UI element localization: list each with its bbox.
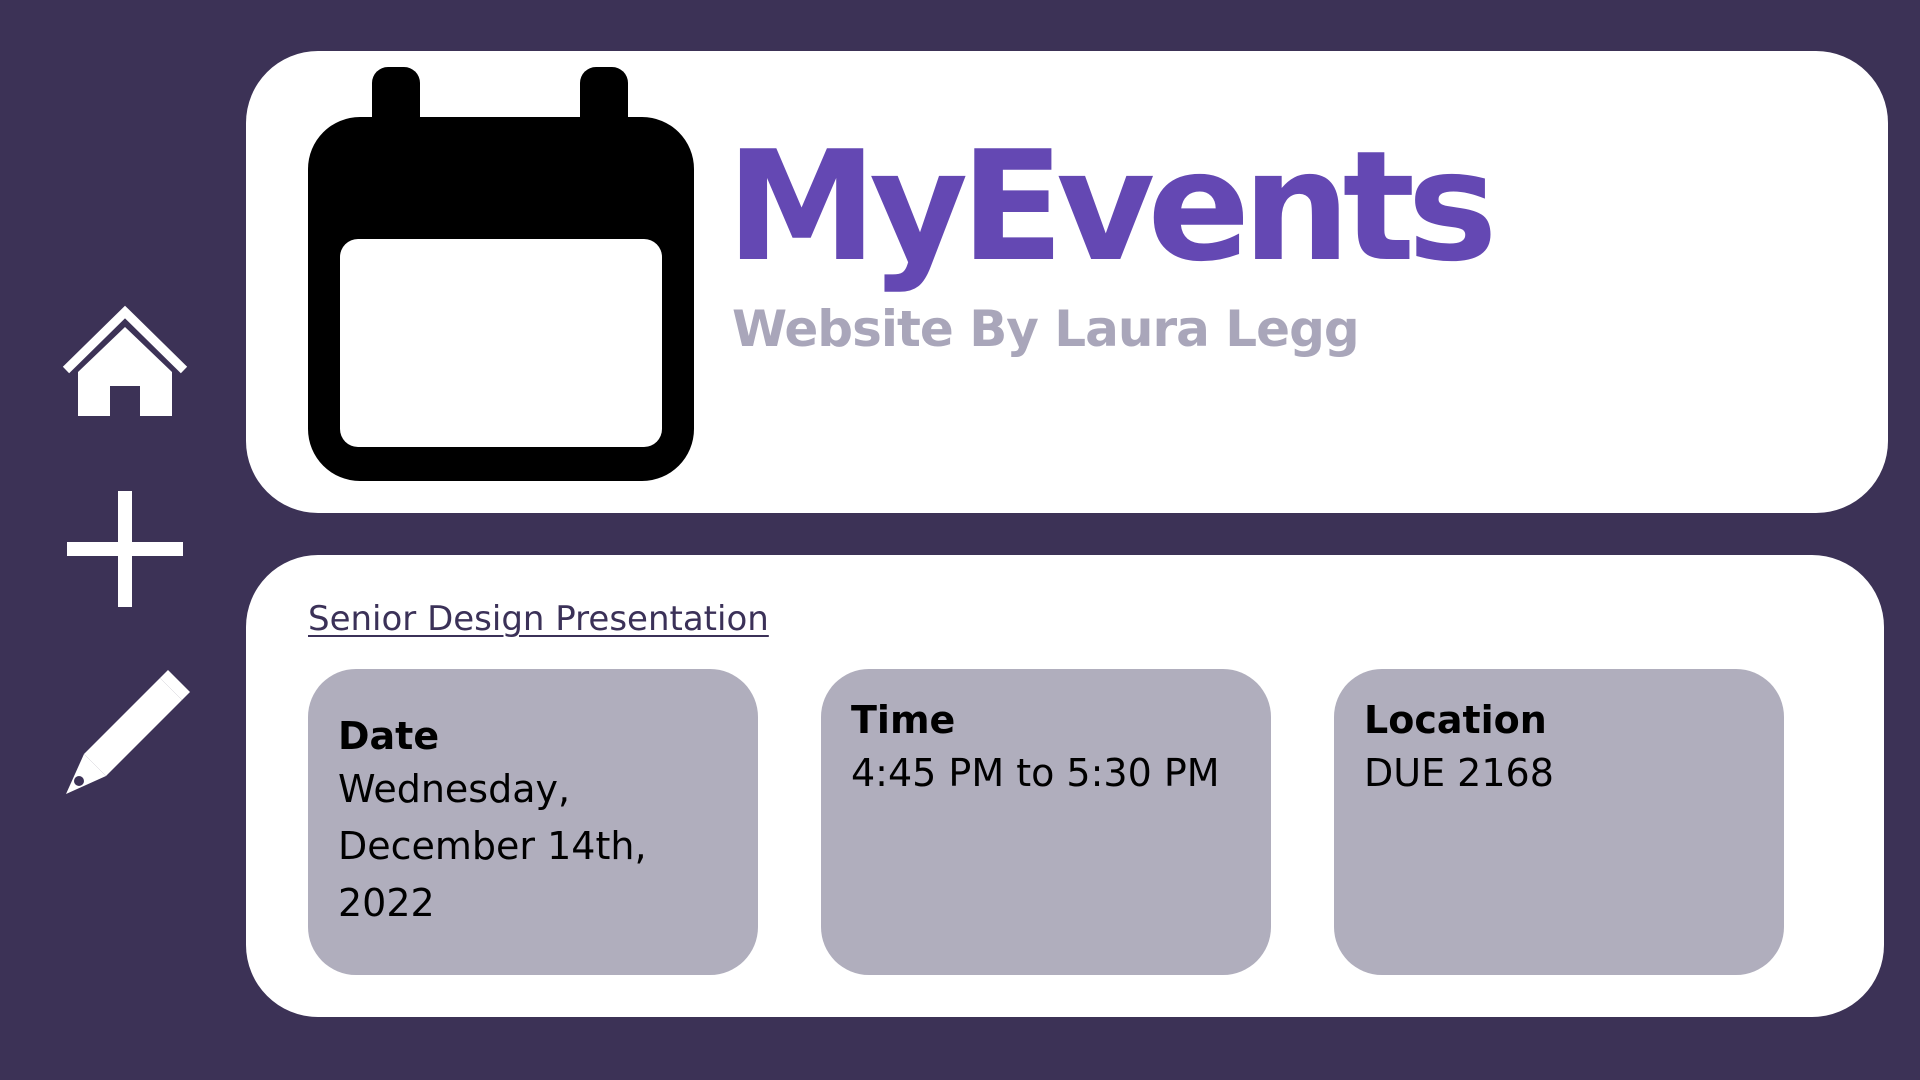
event-location-box: Location DUE 2168 (1334, 669, 1784, 975)
event-title-link[interactable]: Senior Design Presentation (308, 599, 769, 640)
event-time-value: 4:45 PM to 5:30 PM (851, 750, 1220, 795)
sidebar-nav (0, 0, 250, 1080)
event-location-label: Location (1364, 698, 1547, 742)
event-time-label: Time (851, 698, 956, 742)
event-location-value: DUE 2168 (1364, 750, 1554, 795)
event-date-label: Date (338, 714, 440, 758)
event-time-box: Time 4:45 PM to 5:30 PM (821, 669, 1271, 975)
header-card: MyEvents Website By Laura Legg (246, 51, 1888, 513)
event-date-value: Wednesday, December 14th, 2022 (338, 766, 647, 925)
home-icon[interactable] (60, 298, 190, 428)
pencil-icon[interactable] (60, 670, 190, 800)
event-date-box: Date Wednesday, December 14th, 2022 (308, 669, 758, 975)
plus-icon[interactable] (60, 484, 190, 614)
event-card: Senior Design Presentation Date Wednesda… (246, 555, 1884, 1017)
app-subtitle: Website By Laura Legg (732, 300, 1360, 358)
app-root: MyEvents Website By Laura Legg Senior De… (0, 0, 1920, 1080)
app-title: MyEvents (726, 118, 1498, 295)
calendar-icon (308, 67, 694, 481)
